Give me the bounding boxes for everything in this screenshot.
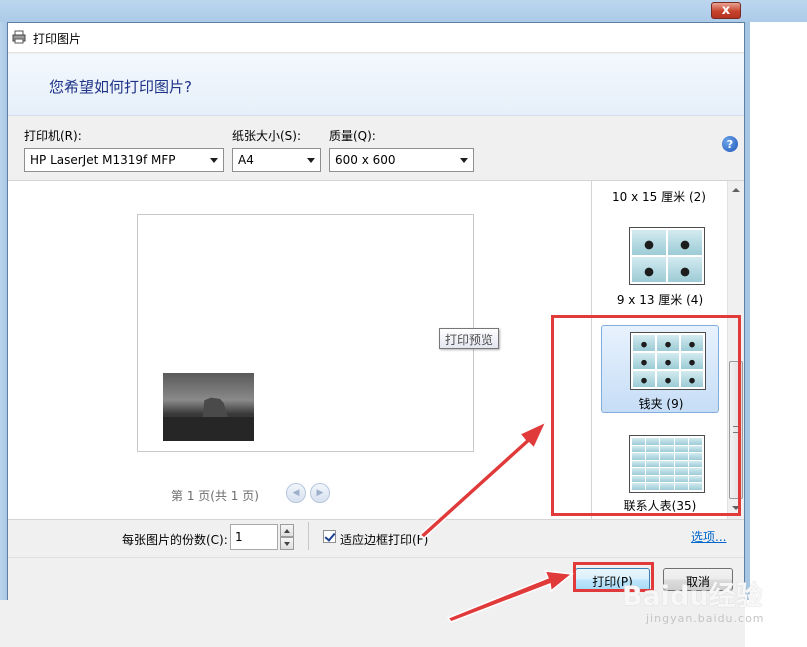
scroll-up-icon[interactable]	[732, 188, 740, 192]
quality-label: 质量(Q):	[329, 129, 376, 143]
spin-down-icon	[284, 542, 290, 546]
fit-to-frame-label[interactable]: 适应边框打印(F)	[340, 531, 428, 548]
previous-page-button[interactable]: ◀	[286, 483, 306, 503]
copies-input[interactable]: 1	[230, 524, 278, 550]
dialog-header: 您希望如何打印图片?	[8, 54, 744, 116]
chevron-down-icon	[307, 158, 315, 163]
screenshot-root: x 打印图片 您希望如何打印图片? 打印机(R): HP LaserJet M1…	[0, 0, 807, 647]
background-area	[745, 22, 807, 647]
layout-thumbnail	[629, 227, 705, 285]
preview-photo	[163, 373, 254, 441]
paper-size-select[interactable]: A4	[232, 148, 321, 172]
layout-label-10x15[interactable]: 10 x 15 厘米 (2)	[592, 188, 726, 205]
fit-to-frame-checkbox[interactable]	[323, 530, 336, 543]
chevron-down-icon	[460, 158, 468, 163]
help-icon[interactable]: ?	[722, 136, 738, 152]
watermark-url: jingyan.baidu.com	[646, 612, 765, 625]
copies-increment-button[interactable]	[280, 524, 294, 537]
watermark-logo: Baidu经验	[622, 581, 763, 612]
printer-icon	[12, 30, 26, 44]
next-page-button[interactable]: ▶	[310, 483, 330, 503]
arrow-left-icon: ◀	[292, 488, 300, 498]
paper-size-label: 纸张大小(S):	[232, 129, 302, 143]
layout-label-9x13: 9 x 13 厘米 (4)	[616, 293, 704, 307]
quality-select[interactable]: 600 x 600	[329, 148, 474, 172]
page-title: 您希望如何打印图片?	[49, 78, 192, 96]
title-bar: 打印图片	[8, 23, 744, 53]
options-link[interactable]: 选项...	[691, 528, 726, 545]
photo-ground	[163, 417, 254, 441]
chevron-down-icon	[210, 158, 218, 163]
print-preview-tooltip: 打印预览	[439, 328, 500, 349]
spin-up-icon	[284, 529, 290, 533]
window-frame-right	[745, 22, 750, 600]
page-indicator: 第 1 页(共 1 页)	[171, 489, 259, 503]
printer-select-value: HP LaserJet M1319f MFP	[30, 153, 176, 167]
printer-select[interactable]: HP LaserJet M1319f MFP	[24, 148, 224, 172]
close-button[interactable]: x	[711, 2, 741, 19]
window-title: 打印图片	[33, 32, 82, 46]
layout-highlight-box	[551, 315, 741, 516]
layout-item-9x13[interactable]: 9 x 13 厘米 (4)	[601, 221, 719, 309]
quality-value: 600 x 600	[335, 153, 396, 167]
arrow-right-icon: ▶	[316, 488, 324, 498]
divider	[308, 522, 309, 550]
paper-size-value: A4	[238, 153, 254, 167]
copies-label: 每张图片的份数(C):	[122, 533, 228, 547]
print-preview-page	[137, 214, 474, 452]
printer-label: 打印机(R):	[24, 129, 82, 143]
copies-decrement-button[interactable]	[280, 537, 294, 550]
close-icon: x	[721, 3, 731, 18]
